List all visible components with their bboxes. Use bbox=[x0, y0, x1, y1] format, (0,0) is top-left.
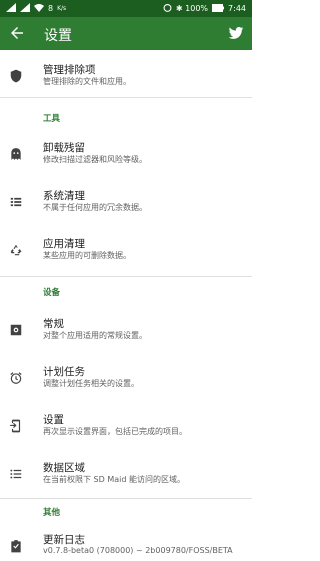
shield-icon bbox=[9, 68, 23, 83]
recycle-icon bbox=[9, 242, 23, 256]
twitter-icon[interactable] bbox=[228, 25, 244, 41]
settings-item-subtitle: 调整计划任务相关的设置。 bbox=[43, 379, 139, 388]
wifi-icon bbox=[34, 3, 44, 14]
settings-item-exclusions[interactable]: 管理排除项 管理排除的文件和应用。 bbox=[0, 50, 252, 96]
signal-icon bbox=[6, 3, 16, 14]
settings-item-subtitle: 修改扫描过滤器和风险等级。 bbox=[43, 155, 147, 164]
battery-status-text: ✱ 100% bbox=[175, 4, 209, 13]
app-bar: 设置 bbox=[0, 17, 252, 50]
settings-item-general[interactable]: 常规 对整个应用适用的常规设置。 bbox=[0, 306, 252, 350]
settings-box-icon bbox=[9, 322, 23, 336]
divider bbox=[0, 97, 252, 98]
phone-setup-icon bbox=[9, 418, 23, 433]
clipboard-icon bbox=[9, 538, 23, 553]
settings-item-subtitle: 对整个应用适用的常规设置。 bbox=[43, 331, 147, 340]
settings-item-title: 设置 bbox=[43, 414, 64, 426]
settings-item-setup[interactable]: 设置 再次显示设置界面，包括已完成的项目。 bbox=[0, 402, 252, 446]
divider bbox=[0, 498, 252, 499]
ghost-icon bbox=[9, 146, 23, 160]
settings-item-title: 卸载残留 bbox=[43, 142, 85, 154]
battery-icon bbox=[212, 3, 225, 14]
settings-item-scheduler[interactable]: 计划任务 调整计划任务相关的设置。 bbox=[0, 354, 252, 398]
settings-item-subtitle: 不属于任何应用的冗余数据。 bbox=[43, 203, 147, 212]
settings-item-changelog[interactable]: 更新日志 v0.7.8-beta0 (708000) ~ 2b009780/FO… bbox=[0, 526, 252, 561]
signal-icon-2 bbox=[20, 3, 30, 14]
arrow-back-icon[interactable] bbox=[8, 24, 26, 42]
settings-item-title: 系统清理 bbox=[43, 190, 85, 202]
settings-item-title: 更新日志 bbox=[43, 534, 85, 546]
list-bulleted-icon bbox=[9, 466, 23, 480]
settings-item-title: 常规 bbox=[43, 318, 64, 330]
status-bar: 8 K/s ✱ 100% 7:44 bbox=[0, 0, 252, 17]
network-speed-unit: K/s bbox=[57, 5, 67, 12]
settings-item-subtitle: 某些应用的可删除数据。 bbox=[43, 251, 131, 260]
alarm-icon bbox=[163, 3, 172, 14]
settings-item-subtitle: 再次显示设置界面，包括已完成的项目。 bbox=[43, 427, 187, 436]
alarm-icon bbox=[9, 370, 23, 384]
settings-list: 管理排除项 管理排除的文件和应用。 工具 卸载残留 修改扫描过滤器和风险等级。 … bbox=[0, 50, 252, 561]
settings-item-systemcleaner[interactable]: 系统清理 不属于任何应用的冗余数据。 bbox=[0, 178, 252, 222]
settings-item-dataareas[interactable]: 数据区域 在当前权限下 SD Maid 能访问的区域。 bbox=[0, 450, 252, 494]
section-header-tools: 工具 bbox=[43, 114, 61, 124]
network-speed-value: 8 bbox=[48, 4, 54, 13]
clock: 7:44 bbox=[228, 4, 246, 13]
page-title: 设置 bbox=[44, 28, 72, 44]
settings-item-corpsefinder[interactable]: 卸载残留 修改扫描过滤器和风险等级。 bbox=[0, 130, 252, 174]
settings-item-subtitle: 在当前权限下 SD Maid 能访问的区域。 bbox=[43, 475, 185, 484]
settings-item-title: 计划任务 bbox=[43, 366, 85, 378]
settings-item-subtitle: v0.7.8-beta0 (708000) ~ 2b009780/FOSS/BE… bbox=[43, 546, 233, 555]
settings-item-appcleaner[interactable]: 应用清理 某些应用的可删除数据。 bbox=[0, 226, 252, 270]
settings-item-title: 应用清理 bbox=[43, 238, 85, 250]
section-header-other: 其他 bbox=[43, 508, 61, 518]
divider bbox=[0, 276, 252, 277]
settings-item-title: 管理排除项 bbox=[43, 64, 96, 76]
list-icon bbox=[9, 194, 23, 208]
settings-item-title: 数据区域 bbox=[43, 462, 85, 474]
section-header-device: 设备 bbox=[43, 288, 61, 298]
settings-item-subtitle: 管理排除的文件和应用。 bbox=[43, 77, 131, 86]
